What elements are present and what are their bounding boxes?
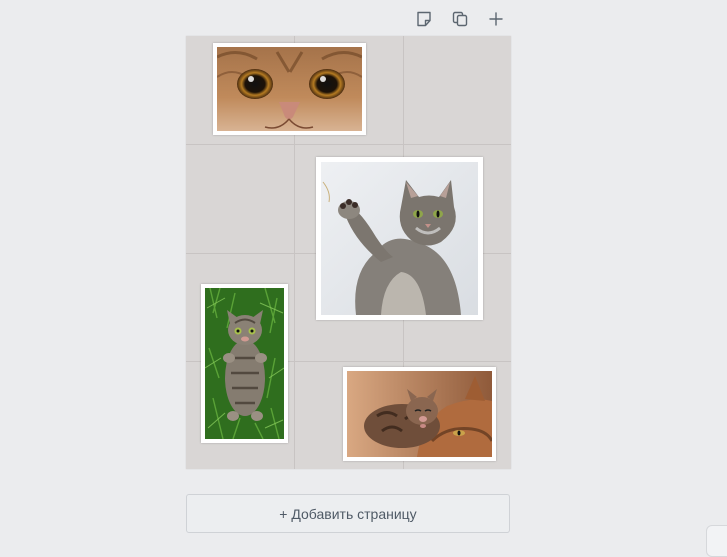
- grid-line: [186, 144, 511, 145]
- add-page-button[interactable]: + Добавить страницу: [186, 494, 510, 533]
- note-icon[interactable]: [412, 8, 436, 30]
- plus-icon[interactable]: [484, 8, 508, 30]
- design-canvas[interactable]: [186, 36, 511, 469]
- cat-kitten-photo[interactable]: [343, 367, 496, 461]
- duplicate-icon[interactable]: [448, 8, 472, 30]
- kitten-grass-photo[interactable]: [201, 284, 288, 443]
- add-page-label: + Добавить страницу: [279, 505, 417, 522]
- cat-eyes-photo[interactable]: [213, 43, 366, 135]
- help-widget[interactable]: [706, 525, 727, 557]
- page-toolbar: [412, 8, 508, 30]
- cat-waving-photo[interactable]: [316, 157, 483, 320]
